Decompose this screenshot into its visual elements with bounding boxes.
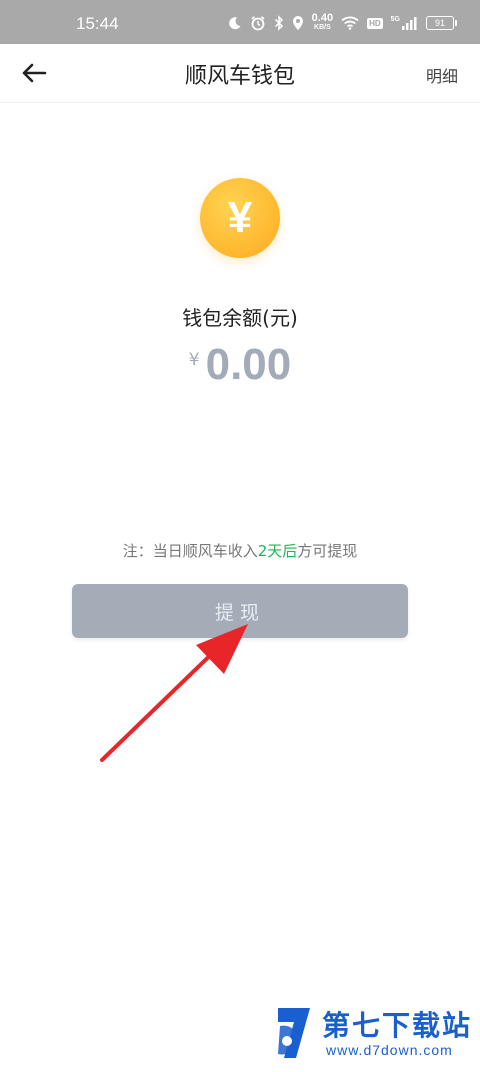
coin-symbol: ¥ [227, 193, 253, 242]
status-bar: 15:44 0.40 KB/S HD 5G 91 [0, 0, 480, 44]
signal-icon: 5G [391, 16, 418, 30]
status-time: 15:44 [76, 14, 119, 33]
moon-icon [228, 17, 241, 30]
alarm-icon [251, 16, 265, 31]
nav-bar: 顺风车钱包 明细 [0, 44, 480, 103]
watermark: 第七下载站 www.d7down.com [274, 1002, 472, 1064]
balance-label: 钱包余额(元) [182, 306, 298, 330]
watermark-url: www.d7down.com [326, 1042, 453, 1058]
battery-icon: 91 [426, 16, 457, 30]
bluetooth-icon [274, 15, 283, 31]
d7-logo-icon [278, 1008, 310, 1058]
withdraw-button[interactable]: 提现 [72, 584, 408, 638]
net-speed: 0.40 KB/S [311, 12, 334, 32]
annotation-arrow [100, 624, 248, 762]
currency-symbol: ¥ [188, 350, 200, 370]
balance-value: 0.00 [205, 340, 292, 389]
balance-amount: ¥ 0.00 [0, 340, 480, 390]
location-icon [292, 16, 303, 30]
detail-link[interactable]: 明细 [426, 63, 458, 87]
notice-highlight: 2天后 [257, 542, 298, 560]
status-icons: 0.40 KB/S HD 5G 91 [228, 12, 457, 34]
watermark-title: 第七下载站 [322, 1009, 473, 1042]
hd-badge: HD [367, 17, 383, 29]
wifi-icon [341, 16, 359, 30]
withdraw-notice: 注：当日顺风车收入2天后方可提现 [122, 542, 358, 560]
yuan-coin-icon: ¥ [200, 178, 280, 258]
page-title: 顺风车钱包 [184, 64, 295, 89]
